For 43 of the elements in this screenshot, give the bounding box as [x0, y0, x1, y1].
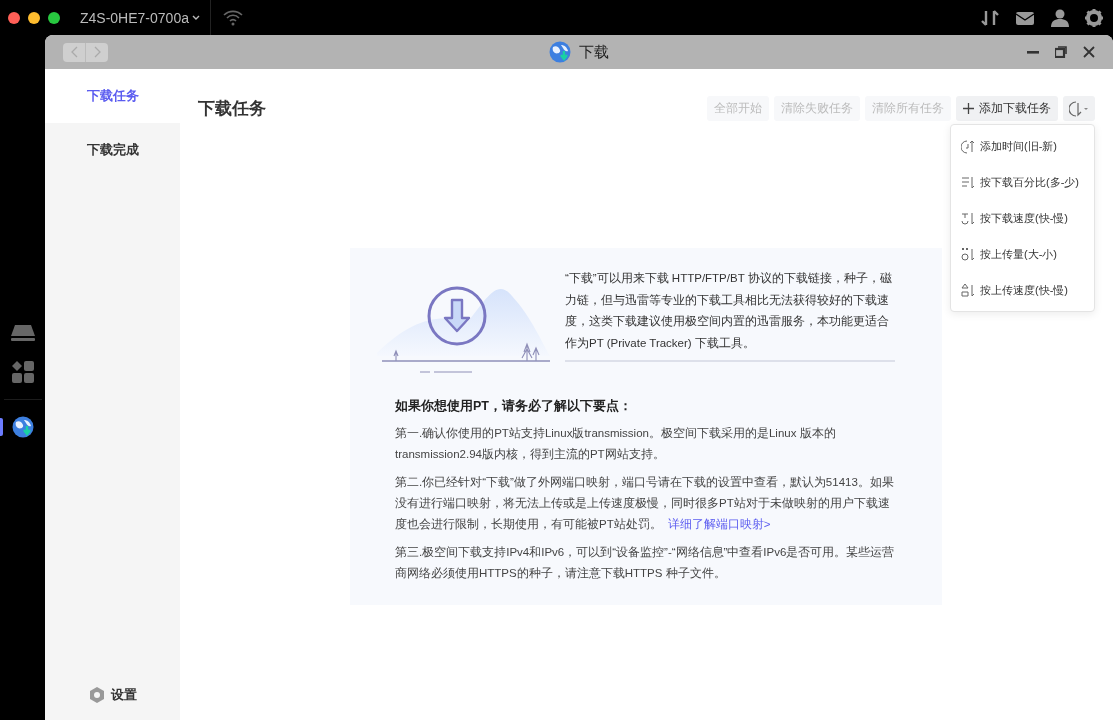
user-icon[interactable]	[1051, 8, 1069, 27]
info-paragraph: 第二.你已经针对“下载”做了外网端口映射，端口号请在下载的设置中查看，默认为51413。如果没有进行端口映射，将无法上传或是上传速度极慢，同时很多PT站对于未做映射的用户下载速度也会进行限制，长期使用，有可能被PT站处罚。 详细了解端口映射>	[395, 475, 895, 532]
transfer-icon[interactable]	[981, 8, 999, 27]
sidebar-item[interactable]: 下载完成	[45, 123, 180, 177]
sort-icon	[961, 246, 975, 262]
sort-icon	[961, 174, 975, 190]
close-icon[interactable]	[1083, 46, 1095, 58]
settings-icon[interactable]	[1085, 8, 1103, 27]
page-title: 下载任务	[198, 98, 266, 120]
info-paragraph: 第一.确认你使用的PT站支持Linux版transmission。极空间下载采用的是Linux 版本的 transmission2.94版内核，得到主流的PT网站支持。	[395, 426, 837, 462]
sort-menu-item[interactable]: 按下载百分比(多-少)	[951, 164, 1094, 200]
window-title: 下载	[579, 42, 609, 62]
settings-button[interactable]: 设置	[45, 686, 180, 704]
learn-more-link[interactable]: 详细了解端口映射>	[667, 518, 771, 530]
active-indicator	[0, 418, 3, 436]
info-heading: 如果你想使用PT，请务必了解以下要点：	[395, 398, 633, 415]
sort-menu-item[interactable]: 按上传量(大-小)	[951, 236, 1094, 272]
sort-icon	[1069, 99, 1089, 118]
globe-download-icon[interactable]	[11, 416, 34, 438]
sort-menu-item[interactable]: 按上传速度(快-慢)	[951, 272, 1094, 308]
sort-icon	[961, 138, 975, 154]
minimize-window-button[interactable]	[28, 11, 40, 24]
sort-button[interactable]	[1063, 96, 1095, 121]
toolbar-button[interactable]: 添加下载任务	[956, 96, 1058, 121]
sort-icon	[961, 282, 975, 298]
sort-menu-item[interactable]: 添加时间(旧-新)	[951, 128, 1094, 164]
apps-icon[interactable]	[11, 361, 34, 383]
globe-download-icon	[549, 41, 571, 63]
plus-icon	[963, 103, 974, 114]
sort-icon	[961, 210, 975, 226]
drive-icon[interactable]	[9, 325, 36, 341]
chevron-left-icon	[70, 46, 78, 58]
sort-menu-item[interactable]: 按下载速度(快-慢)	[951, 200, 1094, 236]
info-paragraph: 第三.极空间下载支持IPv4和IPv6，可以到“设备监控”-“网络信息”中查看IPv6是否可用。某些运营商网络必须使用HTTPS的种子，请注意下载HTTPS 种子文件。	[395, 545, 896, 581]
intro-text: “下载”可以用来下载 HTTP/FTP/BT 协议的下载链接，种子，磁力链，但与迅雷等专业的下载工具相比无法获得较好的下载速度，这类下载建议使用极空间内置的迅雷服务，本功能更适合作为PT (Private Tracker) 下载工具。	[565, 268, 895, 362]
zoom-window-button[interactable]	[48, 11, 60, 24]
wifi-icon	[222, 9, 243, 26]
close-window-button[interactable]	[8, 11, 20, 24]
chevron-down-icon	[191, 14, 200, 21]
settings-icon	[88, 687, 105, 703]
restore-icon[interactable]	[1055, 46, 1067, 58]
chevron-right-icon	[93, 46, 101, 58]
sidebar-item[interactable]: 下载任务	[45, 69, 180, 123]
